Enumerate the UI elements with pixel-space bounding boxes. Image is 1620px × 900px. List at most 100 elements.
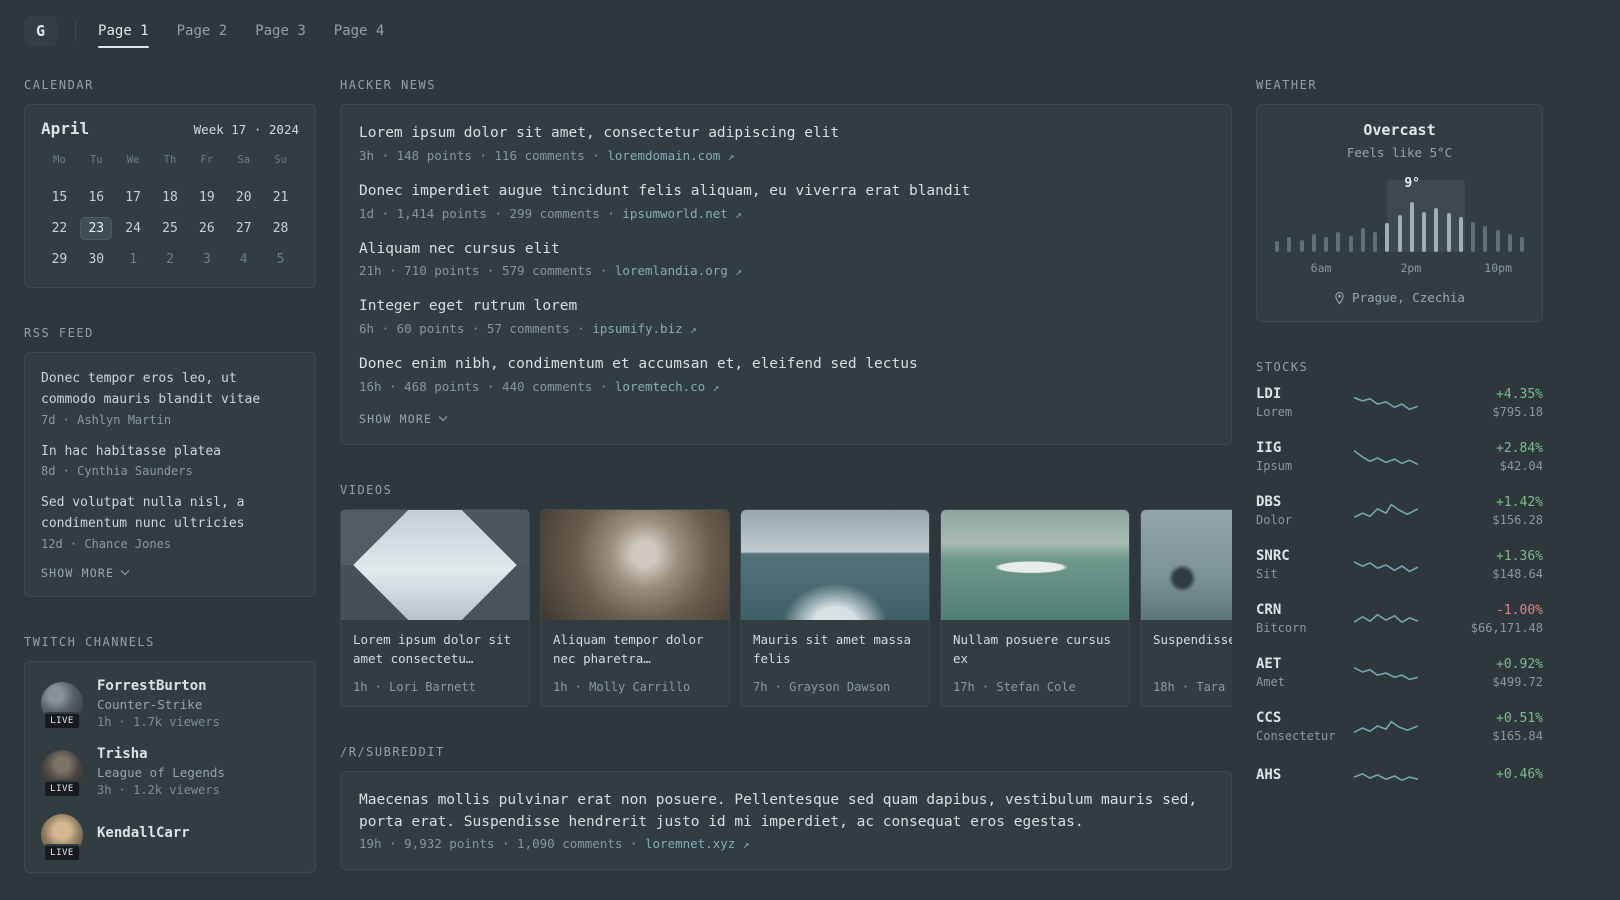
twitch-channel-name[interactable]: Trisha [97, 746, 225, 762]
temperature-bar [1471, 222, 1475, 252]
subreddit-post-stats: 19h · 9,932 points · 1,090 comments · [359, 836, 638, 852]
video-card[interactable]: Aliquam tempor dolor nec pharetra… 1h · … [540, 508, 730, 707]
video-card[interactable]: Mauris sit amet massa felis 7h · Grayson… [740, 508, 930, 707]
video-card[interactable]: Nullam posuere cursus ex 17h · Stefan Co… [940, 508, 1130, 707]
section-title-twitch: TWITCH CHANNELS [24, 634, 155, 649]
stock-row: AET Amet +0.92% $499.72 [1256, 656, 1543, 689]
subreddit-post-title[interactable]: Maecenas mollis pulvinar erat non posuer… [359, 790, 1213, 834]
nav-tab[interactable]: Page 4 [334, 23, 385, 39]
video-card[interactable]: Lorem ipsum dolor sit amet consectetu… 1… [340, 508, 530, 707]
external-link-icon: ↗ [690, 323, 697, 336]
calendar-day: 28 [262, 213, 299, 244]
calendar-day: 20 [225, 182, 262, 213]
calendar-days-grid: 15 16 17 18 19 20 21 22 23 24 25 26 27 2… [41, 182, 299, 275]
stock-identity: CRN Bitcorn [1256, 602, 1342, 635]
domain-text: ipsumify.biz [592, 321, 683, 336]
location-pin-icon [1335, 291, 1344, 304]
stock-name: Amet [1256, 675, 1285, 689]
hackernews-show-more-button[interactable]: SHOW MORE [359, 412, 1213, 426]
subreddit-post-domain[interactable]: loremnet.xyz ↗ [645, 836, 749, 851]
video-card[interactable]: Suspendisse diam 18h · Tara [1140, 508, 1232, 707]
twitch-channel-info: Trisha League of Legends 3h · 1.2k viewe… [97, 746, 225, 797]
video-title[interactable]: Nullam posuere cursus ex [953, 630, 1117, 670]
chevron-down-icon [438, 413, 448, 422]
twitch-channel-info: ForrestBurton Counter-Strike 1h · 1.7k v… [97, 678, 220, 729]
hackernews-item-title[interactable]: Lorem ipsum dolor sit amet, consectetur … [359, 123, 1213, 145]
stock-values: +0.92% $499.72 [1492, 657, 1543, 689]
app-logo[interactable]: G [24, 16, 58, 46]
calendar-day: 30 [78, 244, 115, 275]
stocks-widget: STOCKS LDI Lorem +4.35% $795.18 IIG Ipsu… [1256, 360, 1543, 788]
hackernews-item-title[interactable]: Donec imperdiet augue tincidunt felis al… [359, 181, 1213, 203]
twitch-channel-row[interactable]: LIVE Trisha League of Legends 3h · 1.2k … [41, 746, 299, 799]
rss-item-meta: 8d · Cynthia Saunders [41, 464, 193, 479]
temperature-bar [1385, 222, 1390, 252]
stock-values: +0.51% $165.84 [1492, 711, 1543, 743]
temperature-bar [1311, 233, 1316, 252]
temperature-bar [1397, 215, 1402, 252]
rss-item-title[interactable]: In hac habitasse platea [41, 442, 299, 463]
external-link-icon: ↗ [735, 207, 742, 221]
stock-price: $156.28 [1492, 512, 1543, 527]
twitch-channel-name[interactable]: ForrestBurton [97, 678, 220, 694]
stock-row: CRN Bitcorn -1.00% $66,171.48 [1256, 602, 1543, 635]
hackernews-widget: HACKER NEWS Lorem ipsum dolor sit amet, … [340, 78, 1232, 445]
video-title[interactable]: Suspendisse diam [1153, 630, 1232, 670]
temperature-bar [1434, 207, 1439, 252]
stock-identity: SNRC Sit [1256, 548, 1342, 581]
stock-symbol: CRN [1256, 602, 1282, 618]
hackernews-item-domain[interactable]: ipsumworld.net ↗ [622, 206, 742, 221]
subreddit-widget: /R/SUBREDDIT Maecenas mollis pulvinar er… [340, 745, 1232, 871]
rss-card: Donec tempor eros leo, ut commodo mauris… [24, 352, 316, 597]
stock-values: +1.36% $148.64 [1492, 549, 1543, 581]
calendar-day-number: 27 [235, 221, 252, 236]
twitch-avatar-wrapper: LIVE [41, 813, 83, 862]
video-card-body: Suspendisse diam 18h · Tara [1141, 620, 1232, 706]
rss-item-title[interactable]: Donec tempor eros leo, ut commodo mauris… [41, 369, 299, 411]
section-title-videos: VIDEOS [340, 482, 393, 497]
hackernews-item-domain[interactable]: ipsumify.biz ↗ [592, 321, 696, 336]
peak-temperature-label: 9° [1404, 176, 1420, 191]
stock-row: IIG Ipsum +2.84% $42.04 [1256, 440, 1543, 473]
nav-tab[interactable]: Page 2 [177, 23, 228, 39]
temperature-bar [1446, 213, 1451, 252]
temperature-bar [1348, 235, 1353, 252]
stock-identity: CCS Consectetur [1256, 710, 1342, 743]
stock-sparkline [1354, 772, 1418, 782]
stock-row: DBS Dolor +1.42% $156.28 [1256, 494, 1543, 527]
video-title[interactable]: Mauris sit amet massa felis [753, 630, 917, 670]
rss-show-more-button[interactable]: SHOW MORE [41, 566, 299, 580]
video-title[interactable]: Aliquam tempor dolor nec pharetra… [553, 630, 717, 670]
calendar-day: 3 [188, 244, 225, 275]
calendar-day-header: Su [274, 154, 287, 166]
twitch-channel-name[interactable]: KendallCarr [97, 825, 190, 841]
rss-item-title[interactable]: Sed volutpat nulla nisl, a condimentum n… [41, 493, 299, 535]
calendar-day-header: Th [163, 154, 177, 166]
hackernews-item-domain[interactable]: loremlandia.org ↗ [615, 263, 742, 278]
nav-tab[interactable]: Page 1 [98, 23, 149, 48]
hackernews-item-title[interactable]: Donec enim nibh, condimentum et accumsan… [359, 354, 1213, 376]
calendar-day: 4 [225, 244, 262, 275]
hackernews-item-domain[interactable]: loremtech.co ↗ [615, 379, 719, 394]
video-title[interactable]: Lorem ipsum dolor sit amet consectetu… [353, 630, 517, 670]
nav-tab[interactable]: Page 3 [255, 23, 306, 39]
twitch-channel-row[interactable]: LIVE KendallCarr [41, 813, 299, 862]
hackernews-item-title[interactable]: Integer eget rutrum lorem [359, 296, 1213, 318]
weather-card: Overcast Feels like 5°C 9° 6am 2pm 10pm … [1256, 104, 1543, 322]
calendar-day: 1 [115, 244, 152, 275]
stock-symbol: AET [1256, 656, 1282, 672]
hackernews-item-domain[interactable]: loremdomain.com ↗ [607, 148, 734, 163]
hackernews-item-title[interactable]: Aliquam nec cursus elit [359, 239, 1213, 261]
left-column: CALENDAR April Week 17 · 2024 Mo Tu We T… [24, 78, 316, 900]
twitch-channel-game: Counter-Strike [97, 696, 203, 712]
stock-price: $148.64 [1492, 566, 1543, 581]
hackernews-item-stats: 6h · 60 points · 57 comments · [359, 321, 585, 336]
section-title-stocks: STOCKS [1256, 360, 1309, 374]
calendar-day: 23 [78, 213, 115, 244]
twitch-channel-row[interactable]: LIVE ForrestBurton Counter-Strike 1h · 1… [41, 678, 299, 731]
stock-name: Dolor [1256, 513, 1293, 527]
calendar-day-number: 18 [162, 190, 178, 205]
stock-values: +0.46% [1496, 767, 1543, 785]
stock-change: -1.00% [1496, 602, 1543, 618]
calendar-day: 15 [41, 182, 78, 213]
